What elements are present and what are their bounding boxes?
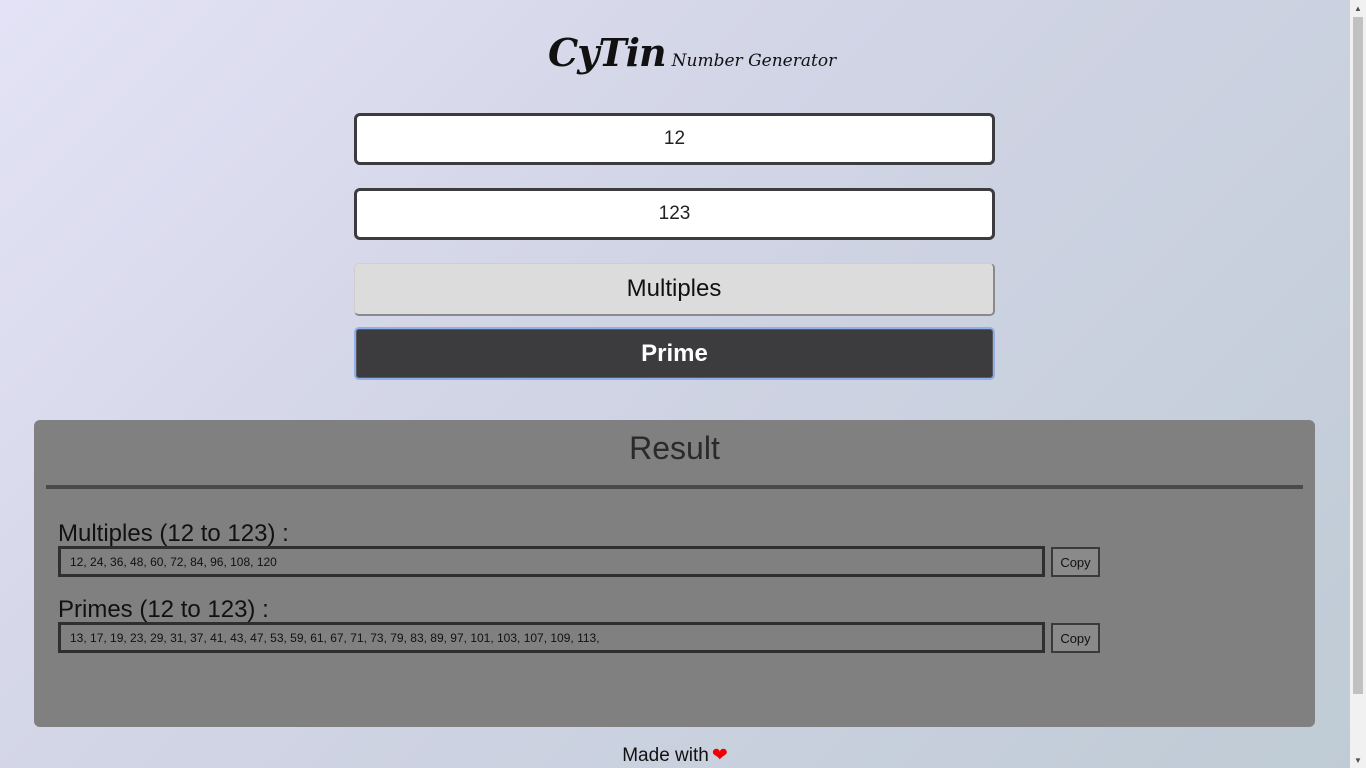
app-logo: CyTin Number Generator bbox=[548, 30, 836, 90]
footer-text: Made with bbox=[622, 745, 709, 766]
copy-multiples-button[interactable]: Copy bbox=[1051, 547, 1100, 577]
copy-primes-button[interactable]: Copy bbox=[1051, 623, 1100, 653]
result-panel: Result Multiples (12 to 123) : 12, 24, 3… bbox=[34, 420, 1315, 727]
scroll-up-arrow-icon[interactable]: ▲ bbox=[1350, 0, 1366, 16]
primes-output-field[interactable]: 13, 17, 19, 23, 29, 31, 37, 41, 43, 47, … bbox=[58, 622, 1045, 653]
start-number-input[interactable] bbox=[354, 113, 995, 165]
logo-sub-text: Number Generator bbox=[671, 51, 837, 71]
multiples-output-field[interactable]: 12, 24, 36, 48, 60, 72, 84, 96, 108, 120 bbox=[58, 546, 1045, 577]
end-number-input[interactable] bbox=[354, 188, 995, 240]
logo-main-text: CyTin bbox=[548, 30, 667, 75]
heart-icon: ❤ bbox=[711, 745, 728, 766]
primes-result-label: Primes (12 to 123) : bbox=[58, 596, 269, 623]
footer: Made with ❤ bbox=[0, 744, 1350, 767]
page: CyTin Number Generator Multiples Prime R… bbox=[0, 0, 1350, 768]
prime-button[interactable]: Prime bbox=[354, 327, 995, 380]
multiples-button[interactable]: Multiples bbox=[354, 263, 995, 316]
scrollbar-thumb[interactable] bbox=[1353, 17, 1363, 694]
result-title: Result bbox=[629, 430, 720, 466]
multiples-result-label: Multiples (12 to 123) : bbox=[58, 520, 289, 547]
result-divider bbox=[46, 485, 1303, 489]
scroll-down-arrow-icon[interactable]: ▼ bbox=[1350, 752, 1366, 768]
vertical-scrollbar[interactable]: ▲ ▼ bbox=[1350, 0, 1366, 768]
